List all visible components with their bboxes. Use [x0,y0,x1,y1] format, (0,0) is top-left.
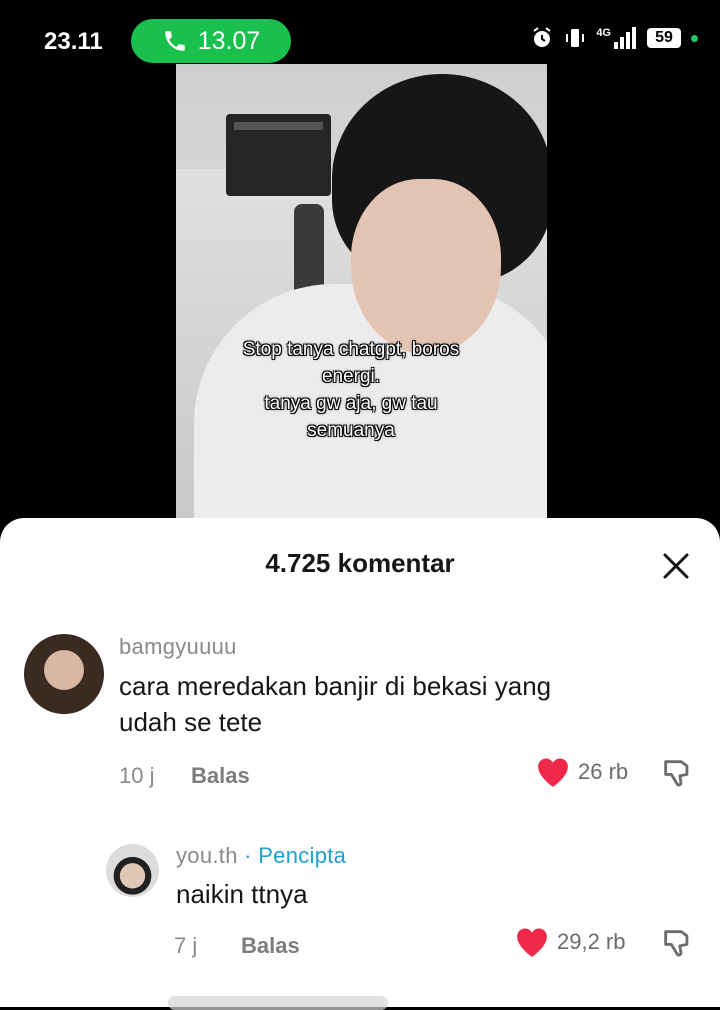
vibrate-icon [566,29,585,47]
heart-icon [517,928,547,957]
ongoing-call-pill[interactable]: 13.07 [131,19,291,63]
video-caption: Stop tanya chatgpt, boros energi. tanya … [216,336,486,444]
close-icon[interactable] [656,546,696,586]
heart-icon [538,758,568,787]
caption-line: Stop tanya chatgpt, boros [242,339,460,360]
alarm-icon [533,27,551,47]
comment-text: naikin ttnya [176,879,308,909]
person-face [351,179,501,354]
amplifier-image [226,114,331,196]
comment-age: 10 j [119,763,155,788]
reply-username-row: you.th · Pencipta [176,843,346,869]
comment-line: udah se tete [119,707,263,737]
signal-icon: 4G [596,27,637,49]
comment-age: 7 j [174,933,198,958]
reply-button[interactable]: Balas [191,763,250,789]
comments-sheet: 4.725 komentar bamgyuuuu cara meredakan … [0,518,720,1010]
like-count: 29,2 rb [557,929,626,954]
caption-line: tanya gw aja, gw tau [264,393,438,414]
like-button[interactable]: 26 rb [536,756,628,788]
caption-line: energi. [321,366,381,387]
comments-count-title: 4.725 komentar [265,548,455,578]
battery-indicator: 59 [647,28,681,48]
like-count: 26 rb [578,759,629,784]
dislike-icon[interactable] [660,756,694,790]
status-bar: 23.11 13.07 4G 59 [0,0,720,64]
partially-visible-comment [168,996,388,1010]
like-button[interactable]: 29,2 rb [515,926,626,958]
call-duration: 13.07 [197,26,261,55]
comment-username[interactable]: bamgyuuuu [119,634,237,660]
creator-badge: · Pencipta [244,843,347,868]
comment-text: cara meredakan banjir di bekasi yang uda… [119,668,551,740]
video-preview[interactable]: Stop tanya chatgpt, boros energi. tanya … [176,64,547,524]
notification-dot [691,34,698,42]
phone-icon [164,31,185,51]
reply-button[interactable]: Balas [241,933,300,959]
caption-line: semuanya [307,420,395,441]
network-type: 4G [596,27,611,39]
comment-line: cara meredakan banjir di bekasi yang [119,671,552,701]
avatar[interactable] [106,844,159,897]
status-time: 23.11 [44,28,103,55]
avatar[interactable] [24,634,104,714]
comment-username[interactable]: you.th [176,843,238,868]
dislike-icon[interactable] [660,926,694,960]
status-icons: 4G 59 [530,26,698,50]
